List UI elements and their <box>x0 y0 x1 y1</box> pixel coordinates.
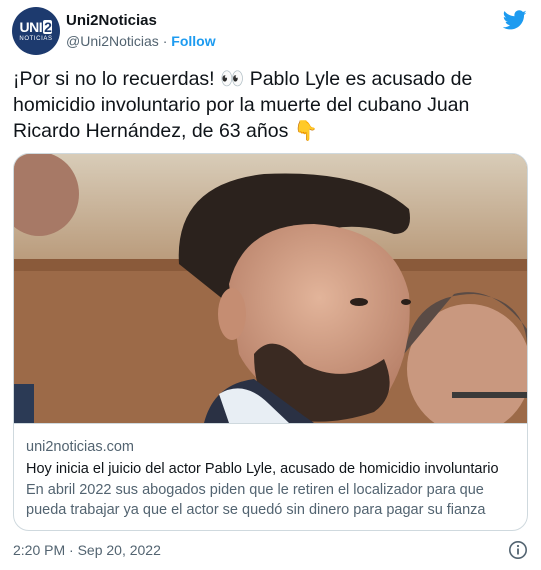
author-handle-row: @Uni2Noticias · Follow <box>66 33 216 49</box>
avatar-logo-subtext: NOTICIAS <box>19 35 53 42</box>
tweet-timestamp[interactable]: 2:20 PM · Sep 20, 2022 <box>13 542 161 558</box>
tweet-text: ¡Por si no lo recuerdas! 👀 Pablo Lyle es… <box>13 68 473 142</box>
follow-button[interactable]: Follow <box>171 33 215 49</box>
link-card[interactable]: uni2noticias.com Hoy inicia el juicio de… <box>13 153 528 531</box>
author-name[interactable]: Uni2Noticias <box>66 12 157 29</box>
tweet-embed: UNI 2 NOTICIAS Uni2Noticias @Uni2Noticias… <box>0 0 541 570</box>
twitter-bird-icon[interactable] <box>503 8 527 32</box>
avatar-logo-text: UNI <box>19 18 43 35</box>
card-description: En abril 2022 sus abogados piden que le … <box>26 482 486 518</box>
avatar[interactable]: UNI 2 NOTICIAS <box>12 7 60 55</box>
card-image <box>14 154 527 423</box>
avatar-logo-badge: 2 <box>43 18 53 35</box>
author-handle[interactable]: @Uni2Noticias <box>66 33 159 49</box>
card-title[interactable]: Hoy inicia el juicio del actor Pablo Lyl… <box>26 459 515 479</box>
separator-dot: · <box>162 33 168 49</box>
card-domain[interactable]: uni2noticias.com <box>26 438 515 457</box>
card-info: uni2noticias.com Hoy inicia el juicio de… <box>14 423 527 520</box>
info-icon[interactable] <box>508 540 528 560</box>
